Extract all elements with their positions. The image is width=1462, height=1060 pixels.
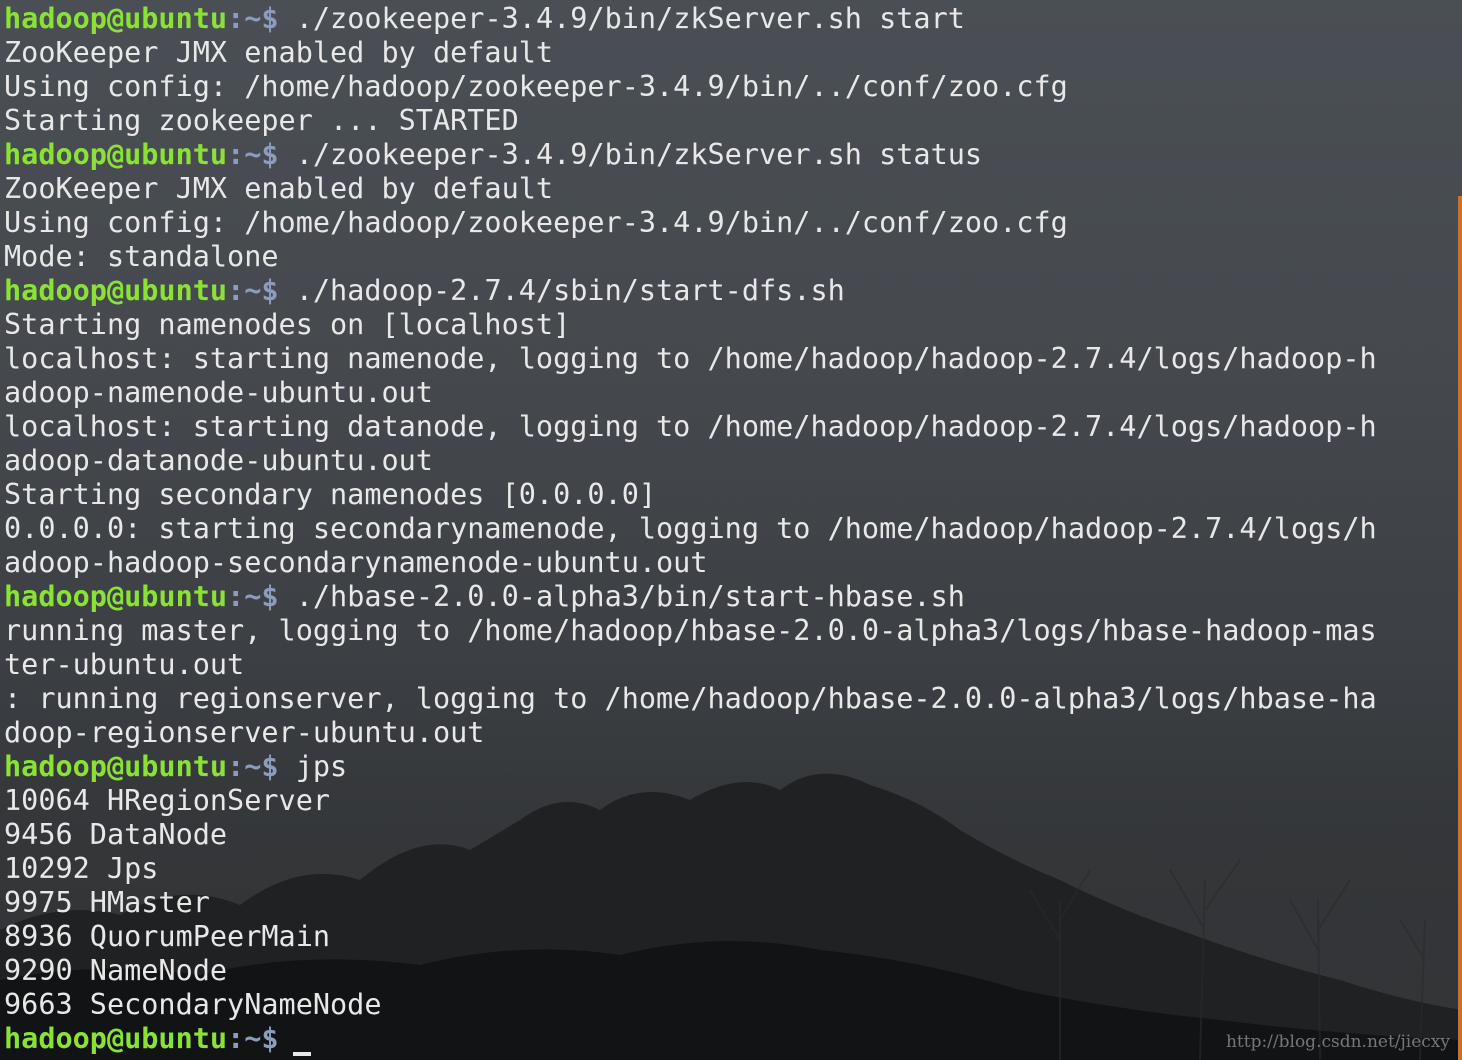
prompt-path: ~$: [244, 580, 279, 613]
text-cursor[interactable]: [292, 1052, 311, 1056]
output-line: Using config: /home/hadoop/zookeeper-3.4…: [4, 70, 1068, 103]
prompt-separator: :: [227, 2, 245, 35]
prompt-line: hadoop@ubuntu:~$ ./hbase-2.0.0-alpha3/bi…: [4, 580, 1454, 614]
output-line: 9663 SecondaryNameNode: [4, 988, 382, 1021]
output-line: localhost: starting namenode, logging to…: [4, 342, 1377, 375]
prompt-path: ~$: [244, 274, 279, 307]
output-line: ZooKeeper JMX enabled by default: [4, 172, 554, 205]
output-line: 9975 HMaster: [4, 886, 210, 919]
output-line: running master, logging to /home/hadoop/…: [4, 614, 1377, 647]
output-line: localhost: starting datanode, logging to…: [4, 410, 1377, 443]
output-line: ter-ubuntu.out: [4, 648, 245, 681]
prompt-separator: :: [227, 274, 245, 307]
command-text: ./zookeeper-3.4.9/bin/zkServer.sh status: [278, 138, 983, 171]
prompt-user-host: hadoop@ubuntu: [4, 1022, 228, 1055]
output-line: adoop-hadoop-secondarynamenode-ubuntu.ou…: [4, 546, 708, 579]
output-line: 10292 Jps: [4, 852, 159, 885]
command-text: ./hbase-2.0.0-alpha3/bin/start-hbase.sh: [278, 580, 965, 613]
watermark: http://blog.csdn.net/jiecxy: [1225, 1032, 1450, 1052]
prompt-line: hadoop@ubuntu:~$ ./zookeeper-3.4.9/bin/z…: [4, 2, 1454, 36]
prompt-user-host: hadoop@ubuntu: [4, 2, 228, 35]
prompt-separator: :: [227, 1022, 245, 1055]
output-line: 10064 HRegionServer: [4, 784, 331, 817]
scrollbar-thumb[interactable]: [1458, 196, 1462, 1060]
output-line: Mode: standalone: [4, 240, 279, 273]
output-line: Starting secondary namenodes [0.0.0.0]: [4, 478, 657, 511]
output-line: 0.0.0.0: starting secondarynamenode, log…: [4, 512, 1377, 545]
output-line: Using config: /home/hadoop/zookeeper-3.4…: [4, 206, 1068, 239]
prompt-path: ~$: [244, 750, 279, 783]
prompt-path: ~$: [244, 2, 279, 35]
output-line: ZooKeeper JMX enabled by default: [4, 36, 554, 69]
output-line: 9456 DataNode: [4, 818, 228, 851]
output-line: Starting zookeeper ... STARTED: [4, 104, 519, 137]
prompt-user-host: hadoop@ubuntu: [4, 274, 228, 307]
output-line: 8936 QuorumPeerMain: [4, 920, 331, 953]
prompt-path: ~$: [244, 138, 279, 171]
output-line: adoop-namenode-ubuntu.out: [4, 376, 433, 409]
prompt-separator: :: [227, 138, 245, 171]
command-text: ./zookeeper-3.4.9/bin/zkServer.sh start: [278, 2, 965, 35]
command-text: jps: [278, 750, 348, 783]
prompt-user-host: hadoop@ubuntu: [4, 580, 228, 613]
terminal-output[interactable]: hadoop@ubuntu:~$ ./zookeeper-3.4.9/bin/z…: [4, 2, 1454, 1056]
output-line: doop-regionserver-ubuntu.out: [4, 716, 485, 749]
output-line: Starting namenodes on [localhost]: [4, 308, 571, 341]
command-text: ./hadoop-2.7.4/sbin/start-dfs.sh: [278, 274, 845, 307]
prompt-path: ~$: [244, 1022, 279, 1055]
prompt-line: hadoop@ubuntu:~$ ./zookeeper-3.4.9/bin/z…: [4, 138, 1454, 172]
prompt-line: hadoop@ubuntu:~$ ./hadoop-2.7.4/sbin/sta…: [4, 274, 1454, 308]
prompt-separator: :: [227, 580, 245, 613]
output-line: adoop-datanode-ubuntu.out: [4, 444, 433, 477]
prompt-separator: :: [227, 750, 245, 783]
output-line: 9290 NameNode: [4, 954, 228, 987]
prompt-user-host: hadoop@ubuntu: [4, 138, 228, 171]
prompt-user-host: hadoop@ubuntu: [4, 750, 228, 783]
output-line: : running regionserver, logging to /home…: [4, 682, 1377, 715]
prompt-line: hadoop@ubuntu:~$ jps: [4, 750, 1454, 784]
